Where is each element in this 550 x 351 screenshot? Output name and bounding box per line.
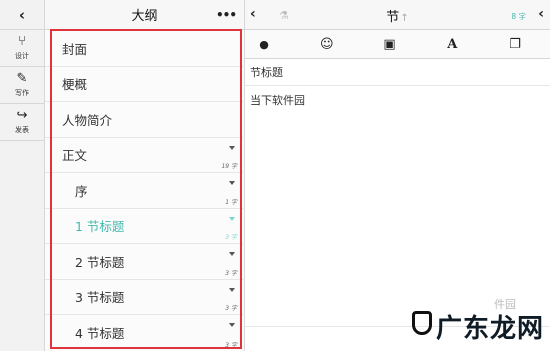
watermark-logo: [411, 311, 432, 335]
font-icon[interactable]: A: [443, 37, 461, 52]
editor-header: ‹ ⚗ 节↑ 8 字 ‹: [245, 0, 550, 30]
arrow-up-icon[interactable]: ↑: [400, 13, 408, 24]
app-window: ‹ ⑂ 设计 ✎ 写作 ↪ 发表 大纲 ••• 封面 梗概 人物简介 正文 19…: [0, 0, 550, 351]
editor-title: 节↑: [245, 6, 550, 25]
copy-icon[interactable]: ❐: [506, 37, 524, 52]
editor-title-text: 节: [386, 10, 400, 25]
watermark: 件园 广东龙网: [411, 298, 544, 345]
more-icon[interactable]: •••: [216, 8, 237, 22]
tool-publish-label: 发表: [15, 126, 29, 134]
pencil-icon: ✎: [16, 71, 28, 86]
tool-publish[interactable]: ↪ 发表: [0, 104, 44, 141]
editor-body[interactable]: 当下软件园: [245, 86, 550, 114]
watermark-text: 广东龙网: [435, 314, 544, 344]
tool-sidebar: ‹ ⑂ 设计 ✎ 写作 ↪ 发表: [0, 0, 45, 351]
branch-icon: ⑂: [18, 34, 26, 49]
editor-toolbar: ● ☺ ▣ A ❐: [245, 30, 550, 59]
smiley-icon[interactable]: ☺: [318, 37, 336, 52]
image-icon[interactable]: ▣: [381, 37, 399, 52]
outline-title: 大纲: [131, 9, 158, 24]
highlight-frame: [50, 29, 242, 349]
chevron-left-icon[interactable]: ‹: [538, 6, 544, 22]
share-icon: ↪: [16, 108, 28, 123]
back-button[interactable]: ‹: [0, 0, 44, 30]
watermark-small-text: 件园: [494, 298, 516, 311]
section-title-field[interactable]: 节标题: [245, 59, 550, 86]
user-icon[interactable]: ●: [255, 38, 273, 51]
tool-write[interactable]: ✎ 写作: [0, 67, 44, 104]
word-count: 8 字: [511, 12, 526, 21]
chevron-left-icon: ‹: [18, 5, 26, 24]
outline-header: 大纲 •••: [45, 0, 244, 30]
tool-write-label: 写作: [15, 89, 29, 97]
outline-panel: 大纲 ••• 封面 梗概 人物简介 正文 19 字 序 1 字 1 节标题 3 …: [45, 0, 245, 351]
editor-panel: ‹ ⚗ 节↑ 8 字 ‹ ● ☺ ▣ A ❐ 节标题 当下软件园 件园 广东龙网: [245, 0, 550, 351]
tool-design[interactable]: ⑂ 设计: [0, 30, 44, 67]
tool-design-label: 设计: [15, 52, 29, 60]
